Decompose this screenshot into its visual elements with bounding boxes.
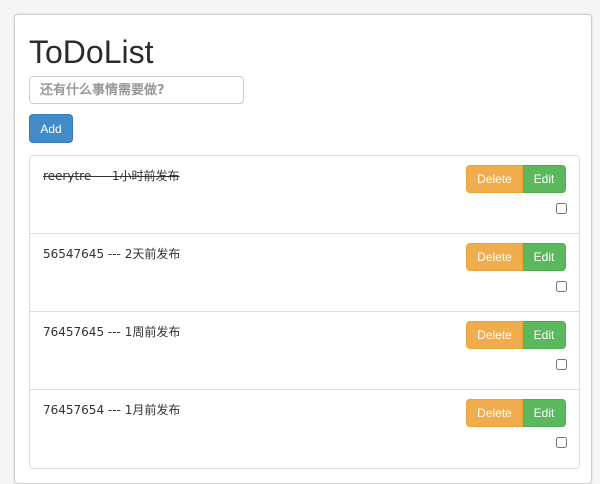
done-checkbox[interactable] bbox=[556, 437, 567, 448]
todo-actions: Delete Edit bbox=[466, 165, 566, 193]
new-todo-input[interactable] bbox=[29, 76, 244, 104]
delete-button[interactable]: Delete bbox=[466, 165, 523, 193]
edit-button[interactable]: Edit bbox=[523, 165, 566, 193]
todo-list: reerytre --- 1小时前发布 Delete Edit 56547645… bbox=[29, 155, 580, 469]
todo-item: 76457645 --- 1周前发布 Delete Edit bbox=[30, 312, 579, 390]
delete-button[interactable]: Delete bbox=[466, 321, 523, 349]
todo-actions: Delete Edit bbox=[466, 243, 566, 271]
edit-button[interactable]: Edit bbox=[523, 321, 566, 349]
done-checkbox[interactable] bbox=[556, 203, 567, 214]
todo-item: 76457654 --- 1月前发布 Delete Edit bbox=[30, 390, 579, 468]
done-checkbox[interactable] bbox=[556, 281, 567, 292]
todo-panel: ToDoList Add reerytre --- 1小时前发布 Delete … bbox=[14, 14, 592, 484]
done-checkbox[interactable] bbox=[556, 359, 567, 370]
todo-text: 76457645 --- 1周前发布 bbox=[43, 325, 181, 339]
app-title: ToDoList bbox=[29, 34, 154, 70]
delete-button[interactable]: Delete bbox=[466, 243, 523, 271]
edit-button[interactable]: Edit bbox=[523, 399, 566, 427]
todo-text: 76457654 --- 1月前发布 bbox=[43, 403, 181, 417]
delete-button[interactable]: Delete bbox=[466, 399, 523, 427]
todo-text: 56547645 --- 2天前发布 bbox=[43, 247, 181, 261]
edit-button[interactable]: Edit bbox=[523, 243, 566, 271]
todo-item: 56547645 --- 2天前发布 Delete Edit bbox=[30, 234, 579, 312]
todo-text: reerytre --- 1小时前发布 bbox=[43, 169, 180, 183]
todo-actions: Delete Edit bbox=[466, 321, 566, 349]
todo-actions: Delete Edit bbox=[466, 399, 566, 427]
todo-item: reerytre --- 1小时前发布 Delete Edit bbox=[30, 156, 579, 234]
add-button[interactable]: Add bbox=[29, 114, 73, 143]
